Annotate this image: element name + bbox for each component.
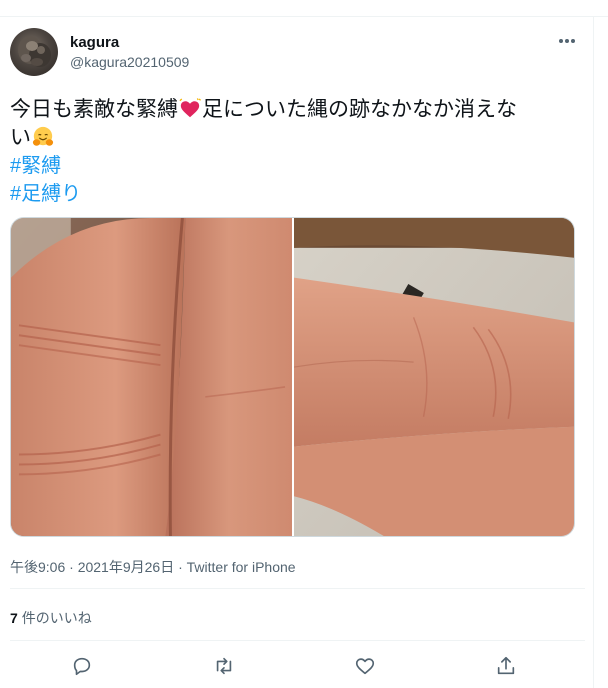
tweet-text-segment: い	[10, 126, 31, 149]
display-name[interactable]: kagura	[70, 34, 119, 51]
media-gallery[interactable]	[10, 217, 575, 537]
action-bar	[0, 652, 593, 680]
tweet: kagura @kagura20210509 今日も素敵な緊縛 足についた縄の跡な…	[0, 0, 608, 688]
photo[interactable]	[11, 218, 292, 536]
divider	[10, 640, 585, 641]
hashtag-link[interactable]: #足縛り	[10, 180, 81, 208]
like-icon[interactable]	[351, 652, 379, 680]
hugging-face-emoji-icon	[32, 126, 54, 148]
likes-label: 件のいいね	[21, 610, 92, 626]
user-handle[interactable]: @kagura20210509	[70, 54, 189, 70]
hashtag-link[interactable]: #緊縛	[10, 152, 61, 180]
retweet-icon[interactable]	[210, 652, 238, 680]
tweet-text-segment: 今日も素敵な緊縛	[10, 98, 178, 121]
tweet-text: 今日も素敵な緊縛 足についた縄の跡なかなか消えな い	[10, 96, 585, 152]
likes-summary[interactable]: 7 件のいいね	[10, 608, 92, 628]
tweet-meta[interactable]: 午後9:06 · 2021年9月26日 · Twitter for iPhone	[10, 557, 296, 577]
divider	[0, 16, 608, 17]
photo[interactable]	[294, 218, 574, 536]
more-icon[interactable]	[556, 31, 578, 51]
divider	[10, 588, 585, 589]
avatar[interactable]	[10, 28, 58, 76]
divider	[593, 16, 594, 688]
share-icon[interactable]	[492, 652, 520, 680]
likes-count: 7	[10, 610, 18, 626]
reply-icon[interactable]	[68, 652, 96, 680]
tweet-text-segment: 足についた縄の跡なかなか消えな	[202, 98, 517, 121]
sparkling-heart-emoji-icon	[179, 98, 201, 120]
